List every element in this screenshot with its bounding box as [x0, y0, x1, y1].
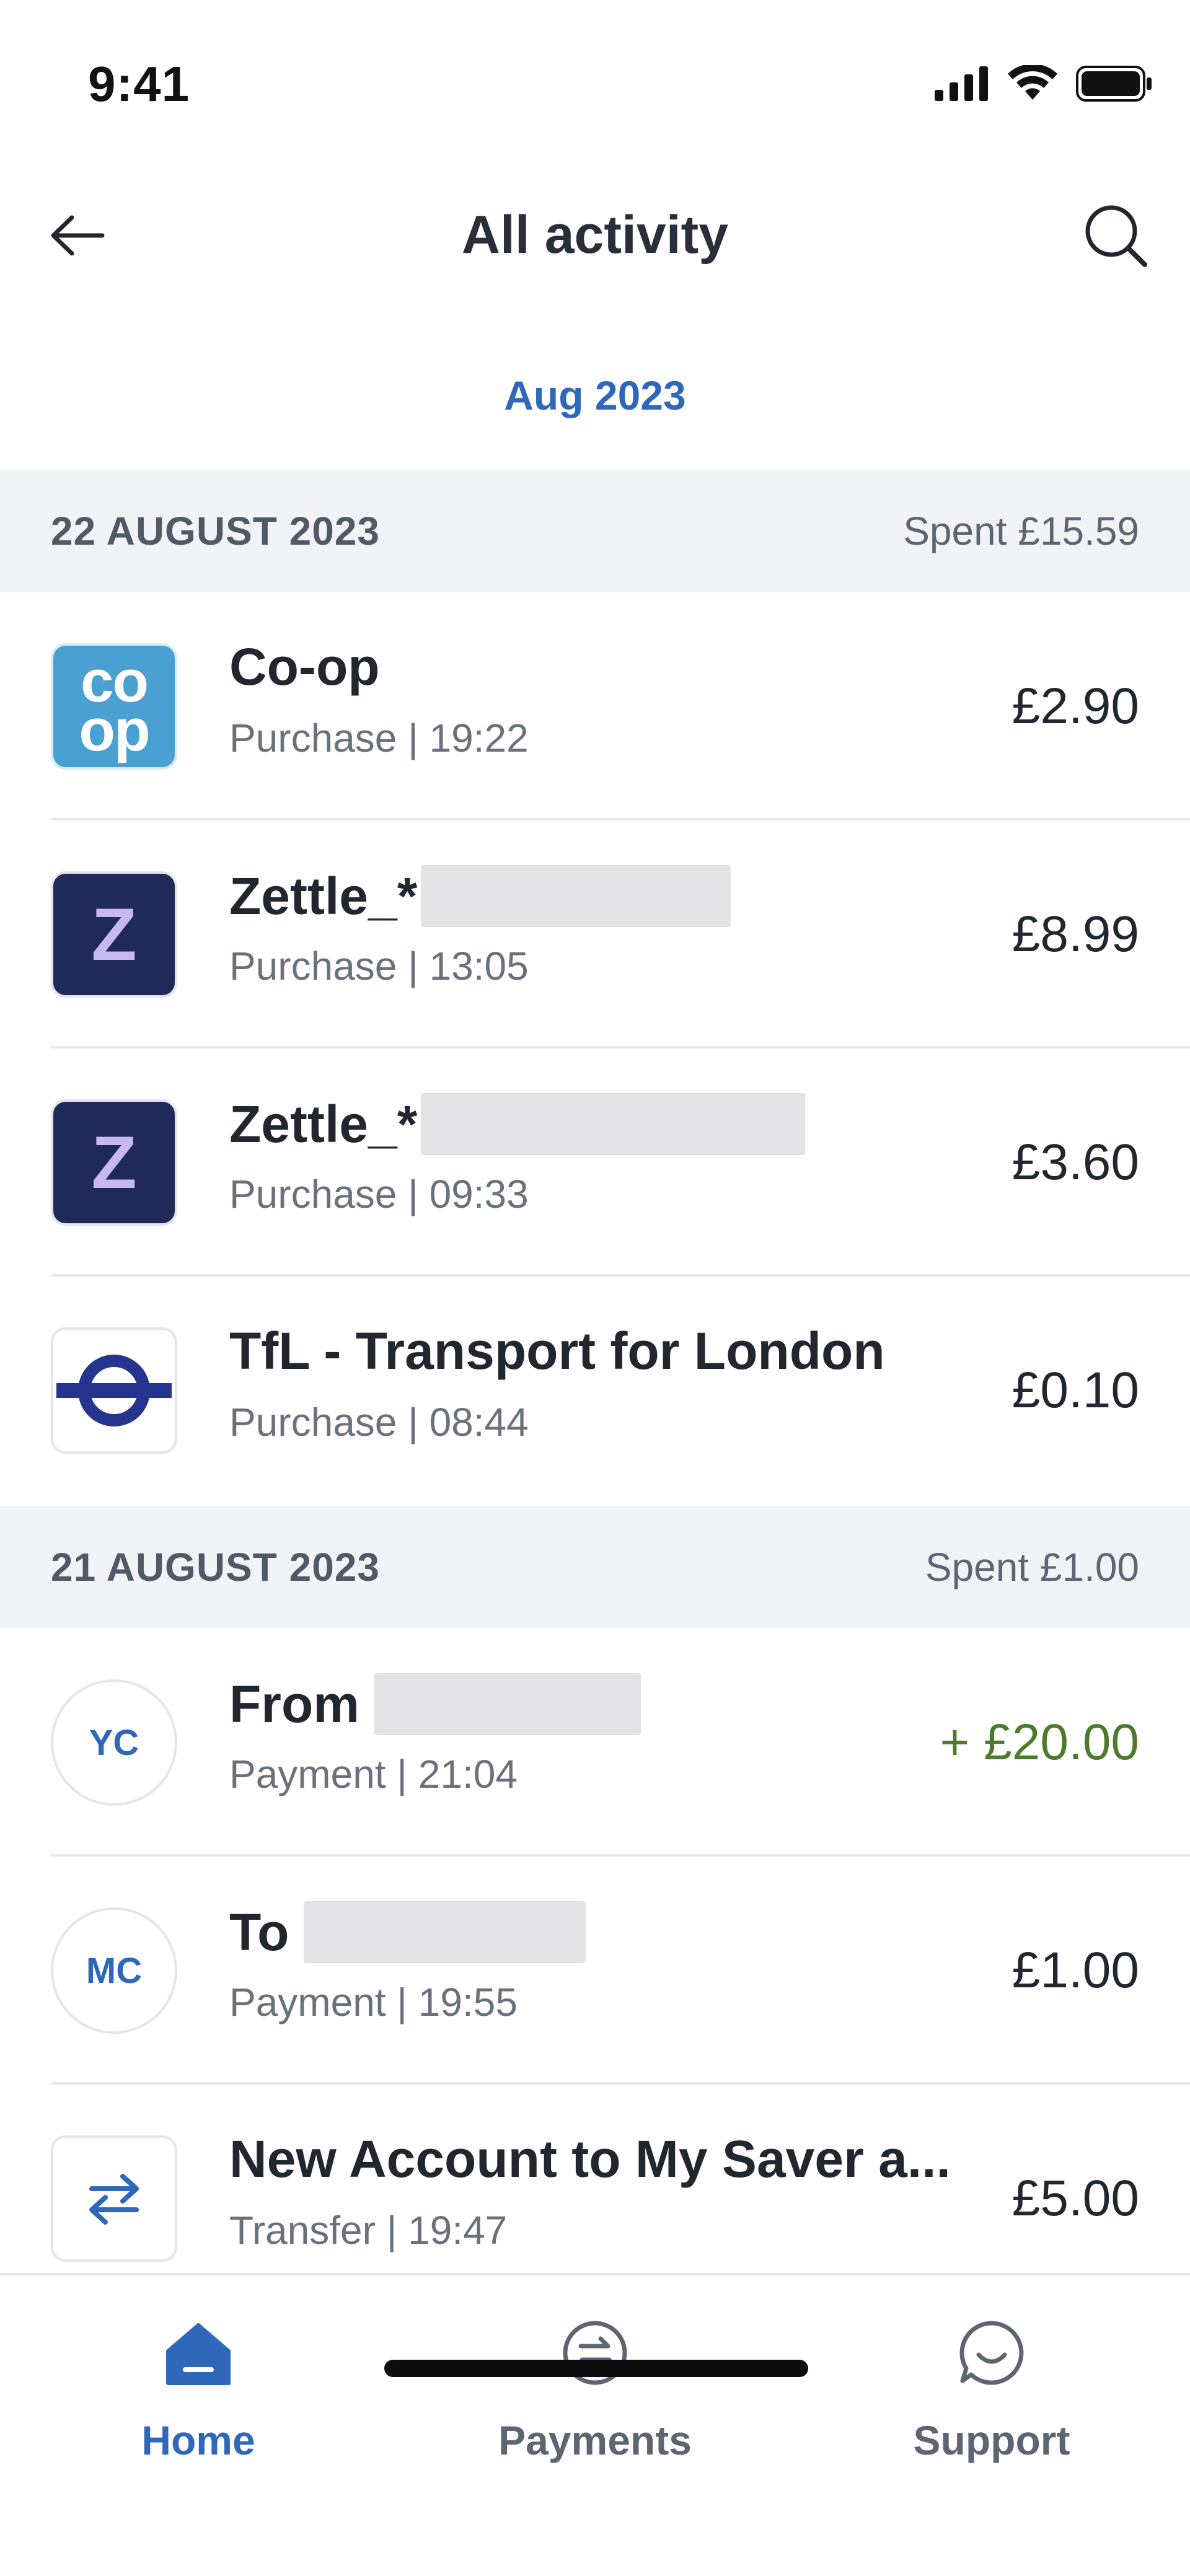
day-date: 22 AUGUST 2023 — [51, 509, 380, 553]
nav-payments[interactable]: Payments — [397, 2275, 793, 2492]
status-icons — [935, 65, 1153, 102]
redacted-payee — [304, 1901, 586, 1963]
transaction-amount: £1.00 — [1011, 1942, 1139, 1998]
wifi-icon — [1008, 65, 1057, 100]
transaction-amount: £8.99 — [1011, 906, 1139, 962]
day-spent-total: Spent £1.00 — [925, 1545, 1139, 1589]
header: All activity — [0, 180, 1190, 291]
transaction-name: Zettle_* — [229, 865, 731, 927]
transaction-row[interactable]: Z Zettle_* Purchase | 09:33 £3.60 — [0, 1048, 1190, 1277]
transaction-row[interactable]: co op Co-op Purchase | 19:22 £2.90 — [0, 592, 1190, 820]
transaction-name: From — [229, 1673, 641, 1735]
transaction-amount: + £20.00 — [940, 1714, 1139, 1770]
nav-home[interactable]: Home — [0, 2275, 397, 2492]
transaction-subtitle: Purchase | 08:44 — [229, 1400, 529, 1444]
transaction-amount: £3.60 — [1011, 1134, 1139, 1190]
day-header: 21 AUGUST 2023 Spent £1.00 — [0, 1506, 1190, 1629]
redacted-merchant — [421, 865, 731, 927]
avatar: YC — [51, 1679, 177, 1806]
support-chat-icon — [951, 2313, 1032, 2393]
bottom-nav: Home Payments Support — [0, 2273, 1190, 2576]
status-time: 9:41 — [88, 56, 190, 112]
transaction-name: To — [229, 1901, 586, 1963]
search-button[interactable] — [1078, 198, 1153, 273]
transaction-subtitle: Purchase | 13:05 — [229, 944, 529, 988]
nav-support-label: Support — [913, 2417, 1070, 2463]
transaction-name: Zettle_* — [229, 1093, 806, 1155]
nav-support[interactable]: Support — [793, 2275, 1190, 2492]
transaction-row[interactable]: Z Zettle_* Purchase | 13:05 £8.99 — [0, 820, 1190, 1048]
page-title: All activity — [461, 205, 729, 265]
transaction-subtitle: Transfer | 19:47 — [229, 2208, 508, 2253]
co-op-logo-icon: co op — [51, 643, 177, 770]
transaction-amount: £2.90 — [1011, 678, 1139, 734]
transaction-subtitle: Purchase | 19:22 — [229, 716, 529, 760]
zettle-logo-icon: Z — [51, 1099, 177, 1226]
redacted-merchant — [421, 1093, 806, 1155]
transaction-subtitle: Payment | 19:55 — [229, 1980, 518, 2024]
zettle-logo-icon: Z — [51, 871, 177, 998]
transaction-row[interactable]: TfL - Transport for London Purchase | 08… — [0, 1277, 1190, 1505]
transaction-amount: £0.10 — [1011, 1362, 1139, 1418]
home-indicator — [384, 2360, 808, 2377]
all-activity-screen: 9:41 All activity Aug 2023 22 AUGUST 202… — [0, 0, 1190, 2576]
transaction-subtitle: Purchase | 09:33 — [229, 1172, 529, 1216]
avatar: MC — [51, 1907, 177, 2034]
transaction-row[interactable]: MC To Payment | 19:55 £1.00 — [0, 1857, 1190, 2085]
cellular-signal-icon — [935, 66, 988, 101]
transaction-subtitle: Payment | 21:04 — [229, 1752, 518, 1796]
payments-icon — [555, 2313, 635, 2393]
day-header: 22 AUGUST 2023 Spent £15.59 — [0, 470, 1190, 592]
tfl-roundel-icon — [51, 1327, 177, 1454]
nav-payments-label: Payments — [498, 2417, 692, 2463]
day-date: 21 AUGUST 2023 — [51, 1545, 380, 1589]
transaction-name: Co-op — [229, 638, 380, 696]
battery-icon — [1076, 66, 1152, 102]
status-bar: 9:41 — [0, 0, 1190, 155]
transaction-name: New Account to My Saver a... — [229, 2130, 951, 2188]
transaction-row[interactable]: YC From Payment | 21:04 + £20.00 — [0, 1629, 1190, 1857]
redacted-payer — [374, 1673, 641, 1735]
day-spent-total: Spent £15.59 — [903, 509, 1139, 553]
month-selector[interactable]: Aug 2023 — [0, 372, 1190, 419]
nav-home-label: Home — [141, 2417, 255, 2463]
transfer-arrows-icon — [51, 2135, 177, 2262]
transaction-name: TfL - Transport for London — [229, 1322, 885, 1380]
search-icon — [1085, 205, 1147, 267]
home-icon — [158, 2313, 239, 2393]
